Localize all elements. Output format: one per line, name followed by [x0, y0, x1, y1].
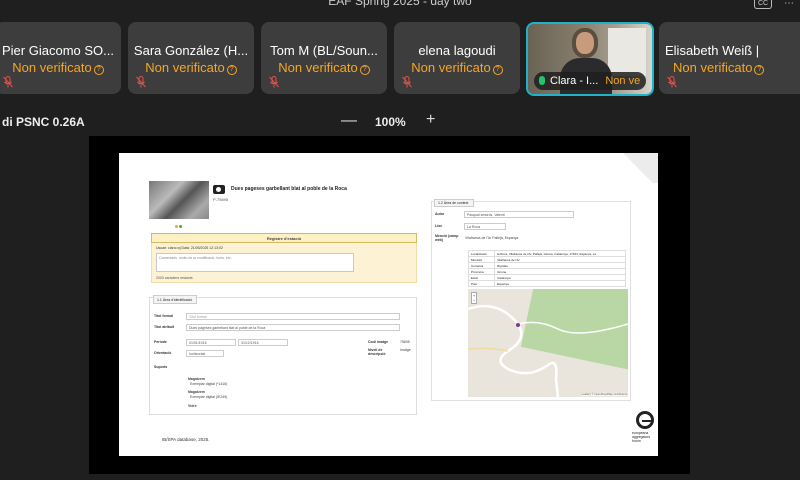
support-heading: Magatzem	[188, 390, 205, 394]
participant-tile[interactable]: Tom M (BL/Soun... Non verificato?	[261, 22, 387, 94]
codi-label: Codi imatge	[368, 340, 389, 344]
nivell-label: Nivell de descripció	[368, 348, 386, 356]
mencio-value: Vilafranca de l'Ar Pallejà, Espanya	[465, 236, 519, 240]
map-attribution: Leaflet | © OpenStreetMap contributors	[581, 393, 627, 396]
help-icon[interactable]: ?	[492, 65, 503, 75]
titol-atribuit-label: Títol atribuït	[154, 325, 175, 329]
register-header: Registre d'estació	[151, 233, 417, 243]
participant-name: Pier Giacomo SO...	[2, 43, 114, 58]
help-icon[interactable]: ?	[359, 65, 370, 75]
lloc-label: Lloc	[435, 224, 443, 228]
map-zoom-control[interactable]: + −	[471, 292, 477, 304]
participant-tile[interactable]: Pier Giacomo SO... Non verificato?	[0, 22, 121, 94]
help-icon[interactable]: ?	[754, 65, 765, 75]
titol-atribuit-input[interactable]: Dues pageses garbellant blat al poble de…	[186, 324, 400, 331]
page-corner	[618, 153, 658, 183]
participant-name: Tom M (BL/Soun...	[270, 43, 378, 58]
participant-status: Non verificato?	[0, 60, 121, 75]
participant-status: Non ve	[605, 75, 641, 87]
logo-e-icon	[636, 411, 654, 429]
mencio-label: Menció (camp web)	[435, 234, 459, 242]
date-from-input[interactable]: 01/01/1916	[186, 339, 236, 346]
register-comment-input[interactable]: Comentaris, motiu de la modificació, fon…	[156, 253, 354, 272]
orientacio-label: Orientació	[154, 351, 172, 355]
participant-name: Clara - I...	[550, 75, 599, 87]
context-tab[interactable]: 1.2 Àrea de context	[434, 199, 474, 207]
participant-status: Non verificato?	[128, 60, 254, 75]
camera-icon	[213, 185, 225, 194]
mic-active-icon	[539, 76, 545, 85]
table-row: País Espanya	[467, 280, 626, 287]
support-value: Exemplar digital (*1416)	[190, 382, 228, 386]
participant-status: Non verificato?	[659, 60, 800, 75]
zoom-level: 100%	[375, 115, 406, 129]
screen-share-toolbar: di PSNC 0.26A — 100% +	[0, 111, 800, 132]
status-dots	[175, 224, 183, 228]
share-source-label: di PSNC 0.26A	[2, 115, 85, 129]
participant-tile-active-speaker[interactable]: Clara - I... Non ve	[526, 22, 654, 96]
support-value: Exemplar digital (IE249)	[190, 395, 228, 399]
participant-status: Non verificato?	[394, 60, 520, 75]
register-panel: Usuari: clara.roj Data: 21/05/2025 12:13…	[151, 243, 417, 283]
register-char-count: 2000 caràcters restants	[156, 276, 193, 280]
mic-muted-icon	[667, 76, 677, 88]
context-area: 1.2 Àrea de context Autor Pasqual amorós…	[431, 199, 631, 401]
shared-document: Dues pageses garbellant blat al poble de…	[119, 153, 658, 456]
identification-tab[interactable]: 1.1 Àrea d'identificació	[153, 295, 197, 304]
record-thumbnail[interactable]	[149, 181, 209, 219]
autor-select[interactable]: Pasqual amorós, Valentí	[464, 211, 574, 218]
participant-name: elena lagoudi	[418, 43, 496, 58]
participant-status: Non verificato?	[261, 60, 387, 75]
logo-text: europeana aggregators forum	[632, 431, 651, 443]
map-roads	[468, 304, 628, 397]
participant-name: Elisabeth Weiß |	[665, 43, 760, 58]
nivell-value: Imatge	[400, 348, 411, 352]
periode-label: Període	[154, 340, 167, 344]
speaker-pill: Clara - I... Non ve	[534, 72, 646, 90]
location-table: Localització la Roca, Vilafranca de l'Ar,…	[467, 250, 626, 287]
record-id: P-75695	[213, 197, 229, 202]
titol-format-input[interactable]: Títol formal	[186, 313, 400, 320]
participant-tile[interactable]: Elisabeth Weiß | Non verificato?	[659, 22, 800, 94]
more-options-icon[interactable]: ⋯	[784, 0, 794, 9]
participant-tile[interactable]: Sara González (H... Non verificato?	[128, 22, 254, 94]
titol-format-label: Títol formal	[154, 314, 174, 318]
europeana-logo: europeana aggregators forum	[632, 411, 658, 451]
codi-value: 75695	[400, 340, 410, 344]
register-meta: Usuari: clara.roj Data: 21/05/2025 12:13…	[156, 246, 223, 250]
lloc-input[interactable]: La Roca	[464, 223, 506, 230]
autor-label: Autor	[435, 212, 445, 216]
suports-label: Suports	[154, 365, 168, 369]
mic-muted-icon	[402, 76, 412, 88]
help-icon[interactable]: ?	[93, 65, 104, 75]
zoom-in-button[interactable]: +	[426, 111, 435, 129]
participant-strip: Pier Giacomo SO... Non verificato? Sara …	[0, 22, 800, 96]
mic-muted-icon	[3, 76, 13, 88]
identification-area: 1.1 Àrea d'identificació Títol formal Tí…	[149, 295, 417, 415]
participant-name: Sara González (H...	[133, 43, 249, 58]
participant-tile[interactable]: elena lagoudi Non verificato?	[394, 22, 520, 94]
record-title: Dues pageses garbellant blat al poble de…	[231, 186, 347, 192]
date-to-input[interactable]: 31/12/1916	[238, 339, 288, 346]
support-heading: Magatzem	[188, 377, 205, 381]
orientacio-select[interactable]: horitzontal	[186, 350, 224, 357]
support-heading: Vidre	[188, 404, 197, 408]
captions-button[interactable]: CC	[754, 0, 772, 9]
page-footer: IB/SPA database, 2025.	[162, 437, 210, 442]
mic-muted-icon	[136, 76, 146, 88]
help-icon[interactable]: ?	[226, 65, 237, 75]
mic-muted-icon	[269, 76, 279, 88]
zoom-out-button[interactable]: —	[341, 112, 357, 130]
window-title: EAF Spring 2025 - day two	[328, 0, 472, 8]
location-map[interactable]: + − Leaflet | © OpenStreetMap contributor…	[468, 289, 628, 397]
